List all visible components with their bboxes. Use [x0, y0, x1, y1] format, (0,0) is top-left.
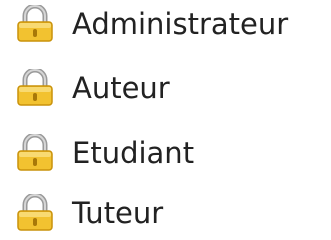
padlock-icon — [14, 192, 56, 232]
role-list: Administrateur Auteur Etudiant Tuteur — [0, 0, 331, 240]
padlock-icon — [14, 132, 56, 172]
padlock-icon — [14, 67, 56, 107]
role-label: Administrateur — [72, 7, 289, 41]
padlock-icon — [14, 3, 56, 43]
role-label: Tuteur — [72, 196, 164, 230]
role-item-administrateur[interactable]: Administrateur — [14, 3, 289, 44]
role-label: Auteur — [72, 71, 170, 105]
role-item-auteur[interactable]: Auteur — [14, 67, 170, 108]
role-label: Etudiant — [72, 136, 195, 170]
role-item-tuteur[interactable]: Tuteur — [14, 192, 164, 233]
role-item-etudiant[interactable]: Etudiant — [14, 132, 195, 173]
